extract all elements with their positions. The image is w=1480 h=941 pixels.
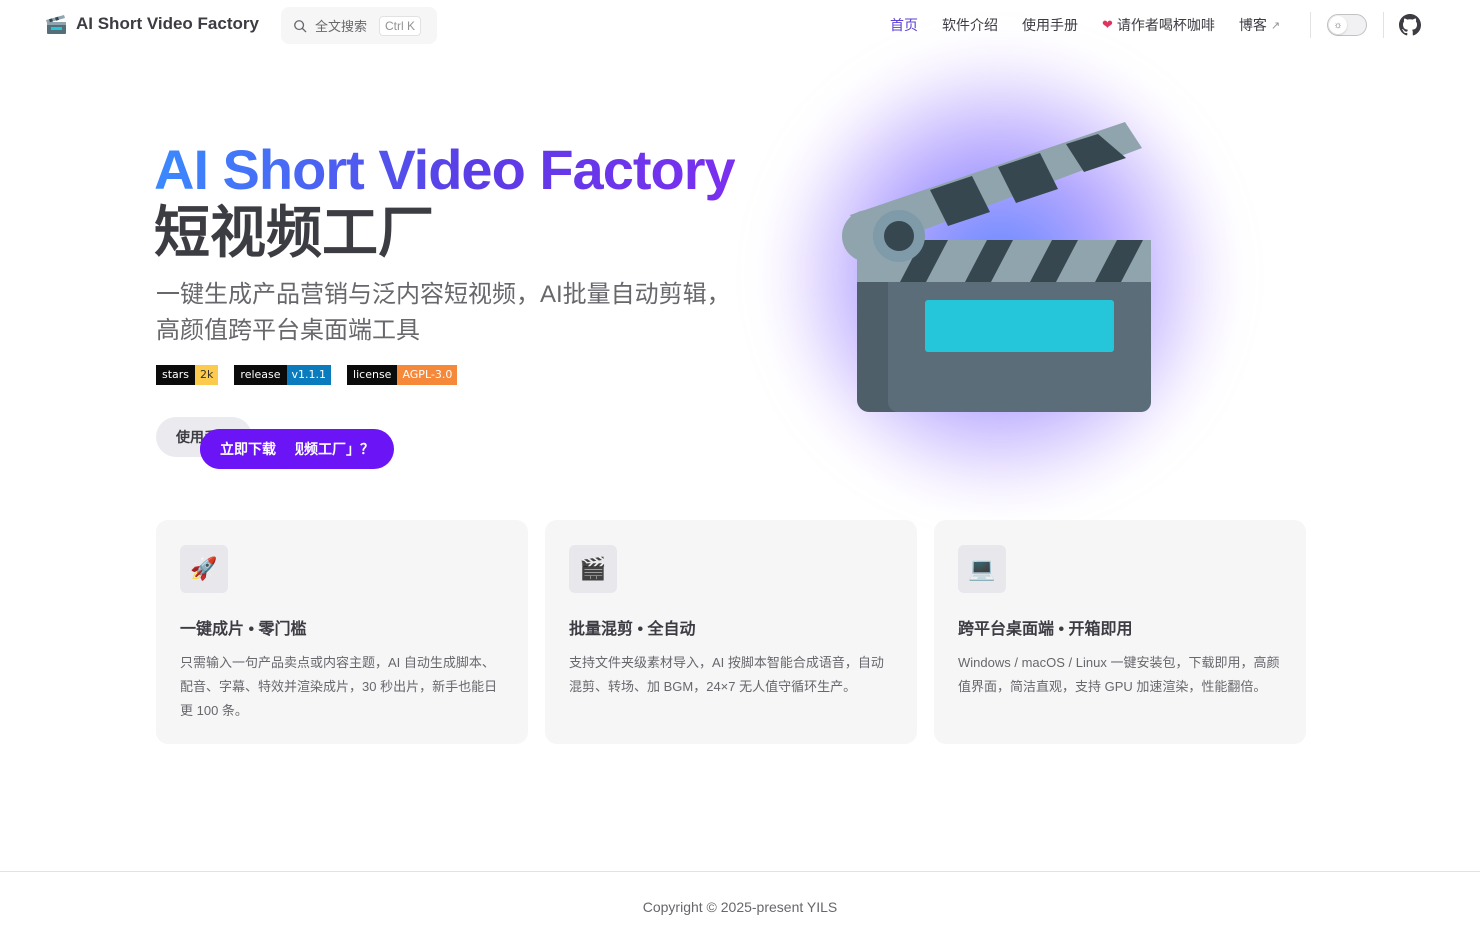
nav-item-intro[interactable]: 软件介绍 xyxy=(942,15,998,35)
feature-card: 🎬 批量混剪 • 全自动 支持文件夹级素材导入，AI 按脚本智能合成语音，自动混… xyxy=(545,520,917,744)
badge-value: v1.1.1 xyxy=(286,365,332,385)
search-placeholder: 全文搜索 xyxy=(315,19,368,34)
feature-card: 🚀 一键成片 • 零门槛 只需输入一句产品卖点或内容主题，AI 自动生成脚本、配… xyxy=(156,520,528,744)
brand-title: AI Short Video Factory xyxy=(76,14,259,33)
github-icon[interactable] xyxy=(1399,14,1421,36)
nav-item-coffee[interactable]: ❤ 请作者喝杯咖啡 xyxy=(1102,15,1215,35)
nav-divider xyxy=(1310,12,1311,38)
search-button[interactable]: 全文搜索 Ctrl K xyxy=(281,7,437,44)
nav-item-blog-label: 博客 xyxy=(1238,17,1267,33)
nav-menu: 首页 软件介绍 使用手册 ❤ 请作者喝杯咖啡 博客 ↗ xyxy=(878,0,1292,50)
badge-value: 2k xyxy=(195,365,219,385)
hero-name: AI Short Video Factory xyxy=(154,138,736,201)
feature-card: 💻 跨平台桌面端 • 开箱即用 Windows / macOS / Linux … xyxy=(934,520,1306,744)
nav-item-home[interactable]: 首页 xyxy=(890,15,918,35)
badge-key: release xyxy=(234,365,287,385)
license-badge[interactable]: license AGPL-3.0 xyxy=(347,365,458,385)
badge-row: stars 2k release v1.1.1 license AGPL-3.0 xyxy=(156,365,473,385)
stars-badge[interactable]: stars 2k xyxy=(156,365,219,385)
features-section: 🚀 一键成片 • 零门槛 只需输入一句产品卖点或内容主题，AI 自动生成脚本、配… xyxy=(156,520,1306,744)
copyright-text: Copyright © 2025-present YILS xyxy=(642,898,838,915)
search-icon xyxy=(294,19,307,32)
sun-icon: ☼ xyxy=(1329,16,1347,34)
theme-toggle[interactable]: ☼ xyxy=(1327,14,1367,36)
feature-details: 只需输入一句产品卖点或内容主题，AI 自动生成脚本、配音、字幕、特效并渲染成片，… xyxy=(180,655,498,718)
hero-tagline: 一键生成产品营销与泛内容短视频，AI批量自动剪辑，高颜值跨平台桌面端工具 xyxy=(156,281,731,344)
search-shortcut: Ctrl K xyxy=(379,15,422,36)
nav-item-manual[interactable]: 使用手册 xyxy=(1022,15,1078,35)
external-link-icon: ↗ xyxy=(1270,19,1281,32)
laptop-icon: 💻 xyxy=(958,545,1006,593)
hero-title: 短视频工厂 xyxy=(154,201,434,264)
footer: Copyright © 2025-present YILS xyxy=(0,871,1480,941)
feature-details: 支持文件夹级素材导入，AI 按脚本智能合成语音，自动混剪、转场、加 BGM，24… xyxy=(569,655,884,694)
badge-key: stars xyxy=(156,365,196,385)
nav-item-coffee-label: 请作者喝杯咖啡 xyxy=(1116,17,1215,33)
clapper-icon: 🎬 xyxy=(569,545,617,593)
feature-title: 一键成片 • 零门槛 xyxy=(180,621,307,638)
rocket-icon: 🚀 xyxy=(180,545,228,593)
release-badge[interactable]: release v1.1.1 xyxy=(234,365,332,385)
nav-item-blog[interactable]: 博客 ↗ xyxy=(1239,15,1280,35)
feature-details: Windows / macOS / Linux 一键安装包，下载即用，高颜值界面… xyxy=(958,655,1280,694)
badge-value: AGPL-3.0 xyxy=(397,365,458,385)
clapper-board-icon xyxy=(46,15,66,34)
nav-divider xyxy=(1383,12,1384,38)
feature-title: 跨平台桌面端 • 开箱即用 xyxy=(958,621,1133,638)
heart-icon: ❤ xyxy=(1102,17,1113,32)
feature-title: 批量混剪 • 全自动 xyxy=(569,621,696,638)
brand-link[interactable]: AI Short Video Factory xyxy=(44,12,259,36)
hero-actions: 什么是「短视频工厂」？ 立即下载 使用手册 xyxy=(156,417,394,469)
clapper-board-icon xyxy=(842,122,1151,412)
top-nav: AI Short Video Factory 全文搜索 Ctrl K 首页 软件… xyxy=(0,0,1480,50)
download-button[interactable]: 立即下载 xyxy=(200,429,296,469)
badge-key: license xyxy=(347,365,398,385)
